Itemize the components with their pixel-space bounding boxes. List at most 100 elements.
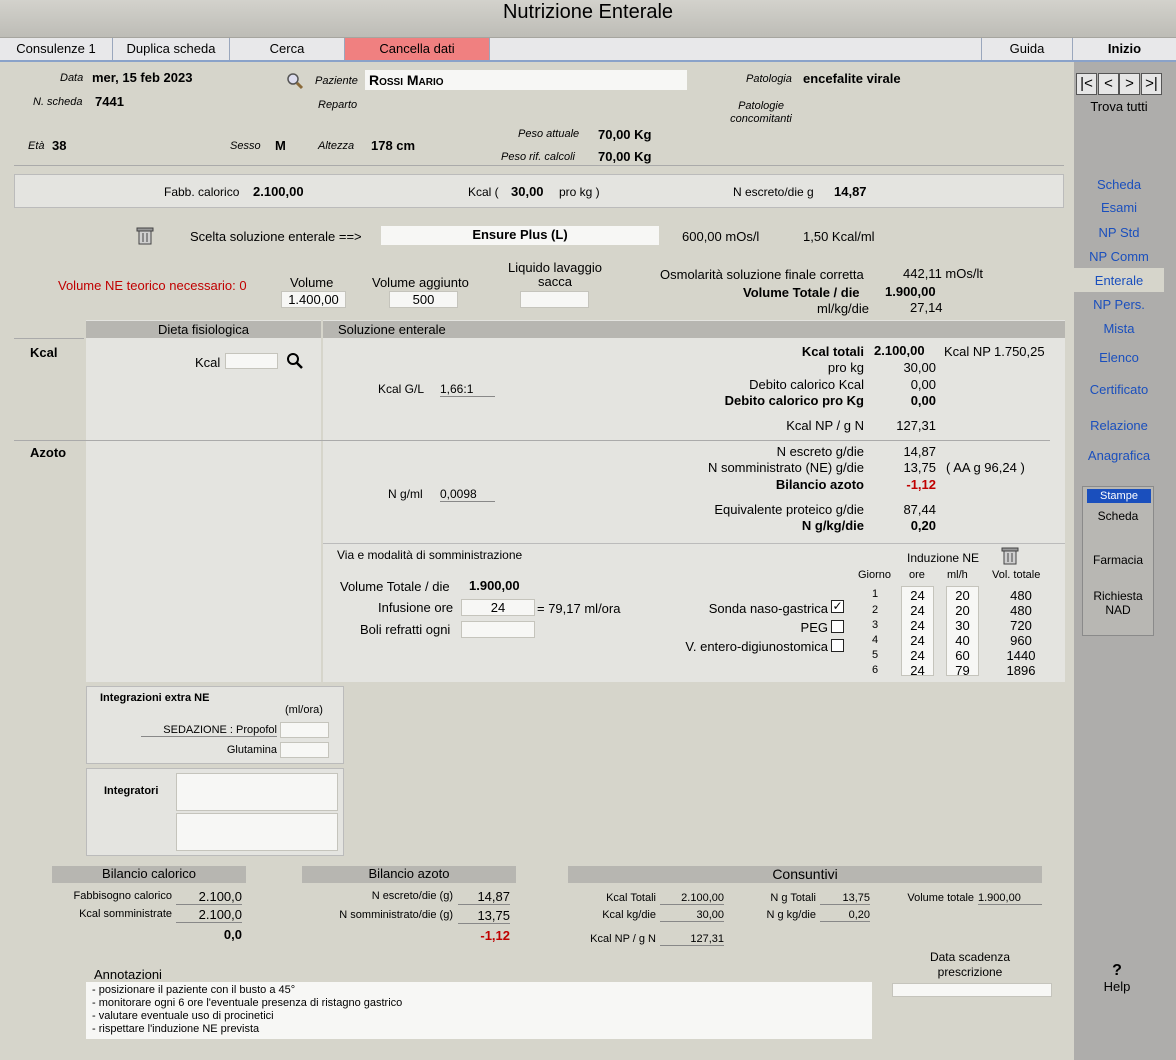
kcal-np-gn-value: 127,31: [896, 418, 936, 433]
sidebar-item-np-comm[interactable]: NP Comm: [1074, 249, 1164, 264]
data-scadenza-label: Data scadenza prescrizione: [929, 950, 1011, 979]
sonda-checkbox[interactable]: ✓: [831, 600, 844, 613]
sidebar-item-scheda[interactable]: Scheda: [1074, 177, 1164, 192]
menu-bar: Consulenze 1 Duplica scheda Cerca Cancel…: [0, 38, 1176, 62]
cerca-button[interactable]: Cerca: [230, 38, 345, 60]
glutamina-input[interactable]: [280, 742, 329, 758]
annotazione-line: - posizionare il paziente con il busto a…: [92, 984, 296, 996]
window-title: Nutrizione Enterale: [502, 1, 674, 23]
title-bar: Nutrizione Enterale: [0, 0, 1176, 38]
duplica-scheda-button[interactable]: Duplica scheda: [113, 38, 230, 60]
sidebar-item-relazione[interactable]: Relazione: [1074, 418, 1164, 433]
help-icon[interactable]: ?: [1094, 962, 1140, 980]
n-somministrato-label: N somministrato (NE) g/die: [707, 460, 864, 475]
stampe-richiesta-nad-button[interactable]: Richiesta NAD: [1086, 589, 1150, 617]
peso-rif-label: Peso rif. calcoli: [501, 151, 575, 163]
ml-kg-die-value: 27,14: [910, 300, 943, 315]
ore-cell[interactable]: 24: [901, 648, 934, 663]
ore-cell[interactable]: 24: [901, 663, 934, 678]
n-gkg-label: N g/kg/die: [801, 518, 864, 533]
giorno-cell: 6: [871, 664, 879, 676]
fabbisogno-value: 2.100,0: [176, 889, 242, 905]
sidebar-item-anagrafica[interactable]: Anagrafica: [1074, 448, 1164, 463]
guida-button[interactable]: Guida: [981, 38, 1073, 60]
volume-totale-value: 1.900,00: [885, 284, 936, 299]
sidebar-item-enterale[interactable]: Enterale: [1074, 273, 1164, 288]
volume-aggiunto-input[interactable]: 500: [389, 291, 458, 308]
inizio-button[interactable]: Inizio: [1073, 38, 1176, 60]
data-value: mer, 15 feb 2023: [92, 70, 193, 85]
infusione-label: Infusione ore: [378, 600, 454, 615]
mlh-cell[interactable]: 79: [946, 663, 979, 678]
cons-knp-value: 127,31: [660, 933, 724, 946]
annotazioni-textarea[interactable]: - posizionare il paziente con il busto a…: [86, 982, 872, 1039]
cons-ngt-label: N g Totali: [770, 892, 816, 904]
stampe-scheda-button[interactable]: Scheda: [1082, 509, 1154, 523]
kcal-np-value: 1.750,25: [994, 344, 1045, 359]
search-icon[interactable]: [286, 72, 304, 90]
volume-label: Volume: [290, 275, 334, 290]
search-icon[interactable]: [286, 352, 304, 370]
cons-kt-value: 2.100,00: [660, 892, 724, 905]
peg-checkbox[interactable]: [831, 620, 844, 633]
mlh-cell[interactable]: 30: [946, 618, 979, 633]
cons-ngt-value: 13,75: [820, 892, 870, 905]
last-record-icon[interactable]: >|: [1141, 73, 1162, 95]
ore-cell[interactable]: 24: [901, 603, 934, 618]
sidebar-item-esami[interactable]: Esami: [1074, 200, 1164, 215]
help-button[interactable]: Help: [1094, 979, 1140, 994]
sedazione-input[interactable]: [280, 722, 329, 738]
divider: [14, 440, 1050, 441]
ved-checkbox[interactable]: [831, 639, 844, 652]
mlh-cell[interactable]: 20: [946, 603, 979, 618]
volume-totale-label: Volume Totale / die: [743, 285, 860, 300]
volume-input[interactable]: 1.400,00: [281, 291, 346, 308]
sidebar-item-np-pers[interactable]: NP Pers.: [1074, 297, 1164, 312]
dieta-kcal-input[interactable]: [225, 353, 278, 369]
altezza-value: 178 cm: [371, 138, 416, 153]
annotazione-line: - rispettare l'induzione NE prevista: [92, 1023, 260, 1035]
integratori-input-1[interactable]: [176, 773, 338, 811]
paziente-value: Rossi Mario: [369, 72, 444, 88]
sidebar-item-elenco[interactable]: Elenco: [1074, 350, 1164, 365]
stampe-farmacia-button[interactable]: Farmacia: [1082, 553, 1154, 567]
next-record-icon[interactable]: >: [1119, 73, 1140, 95]
sidebar-item-np-std[interactable]: NP Std: [1074, 225, 1164, 240]
ore-cell[interactable]: 24: [901, 588, 934, 603]
sidebar-item-certificato[interactable]: Certificato: [1074, 382, 1164, 397]
trash-icon[interactable]: [135, 226, 157, 246]
soluzione-select[interactable]: Ensure Plus (L): [381, 226, 659, 245]
liquido-lavaggio-input[interactable]: [520, 291, 589, 308]
cancella-dati-button[interactable]: Cancella dati: [345, 38, 490, 60]
fabb-kcal-label: Kcal (: [468, 185, 499, 199]
integratori-input-2[interactable]: [176, 813, 338, 851]
mlh-cell[interactable]: 60: [946, 648, 979, 663]
col-giorno: Giorno: [858, 569, 892, 581]
sesso-label: Sesso: [230, 140, 261, 152]
debito-calorico-label: Debito calorico Kcal: [749, 377, 864, 392]
paziente-field[interactable]: Rossi Mario: [365, 70, 687, 90]
data-label: Data: [60, 72, 84, 84]
first-record-icon[interactable]: |<: [1076, 73, 1097, 95]
boli-input[interactable]: [461, 621, 535, 638]
ore-cell[interactable]: 24: [901, 633, 934, 648]
sesso-value: M: [275, 138, 286, 153]
data-scadenza-input[interactable]: [892, 983, 1052, 997]
mlh-cell[interactable]: 40: [946, 633, 979, 648]
sidebar-item-mista[interactable]: Mista: [1074, 321, 1164, 336]
via-header: Via e modalità di somministrazione: [337, 548, 523, 562]
trova-tutti-button[interactable]: Trova tutti: [1076, 99, 1162, 114]
infusione-input[interactable]: 24: [461, 599, 535, 616]
patologia-value: encefalite virale: [803, 71, 901, 86]
mlh-cell[interactable]: 20: [946, 588, 979, 603]
annotazioni-label: Annotazioni: [94, 967, 162, 982]
trash-icon[interactable]: [1000, 546, 1022, 566]
ore-cell[interactable]: 24: [901, 618, 934, 633]
kcal-totali-label: Kcal totali: [801, 344, 864, 359]
prev-record-icon[interactable]: <: [1098, 73, 1119, 95]
n-somministrato-value: 13,75: [903, 460, 936, 475]
stampe-header: Stampe: [1087, 489, 1151, 503]
consulenze-button[interactable]: Consulenze 1: [0, 38, 113, 60]
peso-attuale-value: 70,00 Kg: [598, 127, 652, 142]
bilaz-nesc-label: N escreto/die (g): [371, 890, 453, 902]
